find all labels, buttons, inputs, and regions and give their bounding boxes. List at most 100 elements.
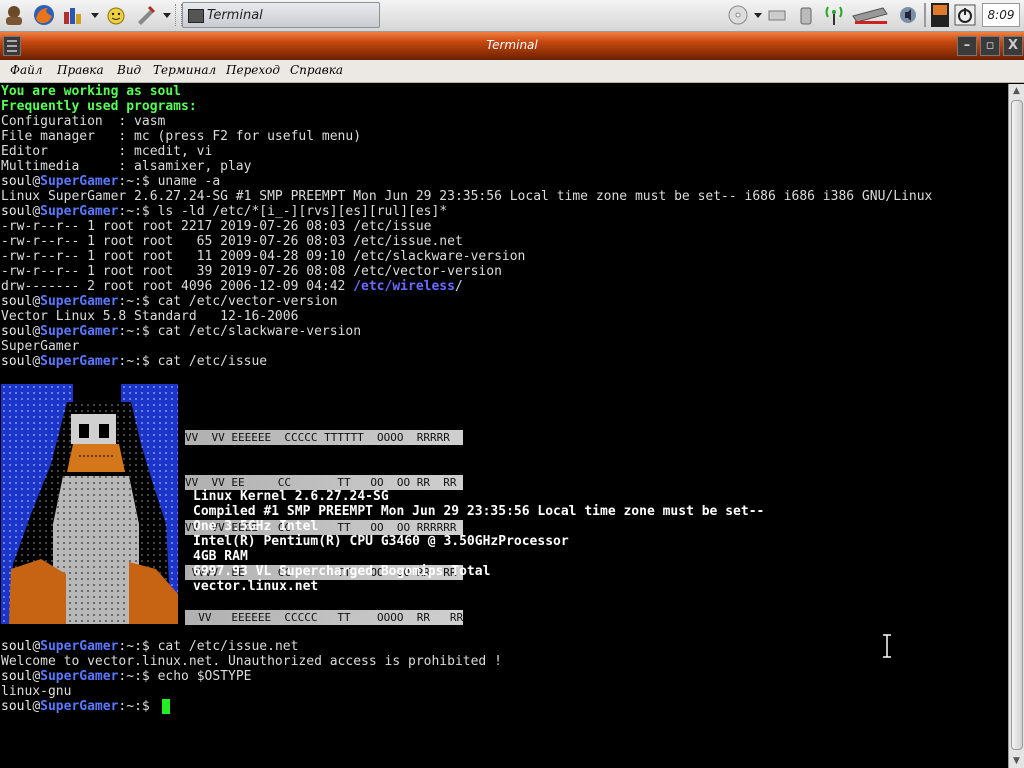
prompt-host: SuperGamer	[40, 204, 119, 219]
panel-handle[interactable]	[175, 4, 182, 26]
prompt-user: soul	[1, 204, 33, 219]
prompt-path: :~:$	[118, 669, 158, 684]
scrollbar-thumb[interactable]	[1011, 100, 1023, 750]
output-line: Welcome to vector.linux.net. Unauthorize…	[1, 654, 502, 669]
command-text: cat /etc/issue.net	[157, 639, 299, 654]
prompt-user: soul	[1, 639, 33, 654]
output-line: Vector Linux 5.8 Standard 12-16-2006	[1, 309, 299, 324]
prompt-line: soul@SuperGamer:~:$ cat /etc/slackware-v…	[1, 324, 362, 339]
user-icon[interactable]	[3, 4, 25, 26]
close-button[interactable]: X	[1003, 36, 1023, 56]
text-cursor	[162, 699, 170, 714]
issue-info-line: vector.linux.net	[193, 579, 319, 594]
vector-art-line: VV VV EEEEEE CCCCC TTTTTT OOOO RRRRR	[185, 430, 464, 445]
motd-line: Multimedia : alsamixer, play	[1, 159, 252, 174]
volume-icon[interactable]	[897, 4, 919, 26]
prompt-line: soul@SuperGamer:~:$ cat /etc/issue	[1, 354, 268, 369]
prompt-line: soul@SuperGamer:~:$ ls -ld /etc/*[i_-][r…	[1, 204, 448, 219]
vector-menu-icon[interactable]	[62, 4, 84, 26]
menu-terminal[interactable]: Терминал	[153, 63, 216, 77]
firefox-icon[interactable]	[33, 4, 55, 26]
tux-penguin-logo	[1, 384, 178, 624]
disc-icon[interactable]	[727, 4, 749, 26]
chevron-down-icon[interactable]	[89, 4, 101, 26]
prompt-line: soul@SuperGamer:~:$ cat /etc/issue.net	[1, 639, 299, 654]
prompt-path: :~:$	[118, 699, 158, 714]
issue-info-line: One 3.5GHz Intel	[193, 519, 319, 534]
prompt-line: soul@SuperGamer:~:$ uname -a	[1, 174, 221, 189]
menu-help[interactable]: Справка	[290, 63, 343, 77]
ibeam-cursor-icon	[883, 634, 891, 658]
chevron-down-icon[interactable]	[752, 4, 764, 26]
vertical-scrollbar[interactable]: ▲ ▼	[1008, 84, 1024, 768]
terminal-icon	[188, 9, 204, 23]
window-title: Terminal	[486, 38, 538, 52]
issue-info-line: Intel(R) Pentium(R) CPU G3460 @ 3.50GHzP…	[193, 534, 569, 549]
prompt-user: soul	[1, 699, 33, 714]
top-panel: Terminal 8:09	[0, 0, 1024, 32]
menu-view[interactable]: Вид	[117, 63, 141, 77]
vector-art-line: VV VV EE CC TT OO OO RR RR	[185, 475, 464, 490]
motd-line: File manager : mc (press F2 for useful m…	[1, 129, 362, 144]
chevron-down-icon[interactable]	[161, 4, 173, 26]
issue-info-line: Linux Kernel 2.6.27.24-SG	[193, 489, 389, 504]
prompt-path: :~:$	[118, 174, 158, 189]
wireless-icon[interactable]	[823, 4, 845, 26]
minimize-button[interactable]: –	[957, 36, 977, 56]
scroll-up-arrow-icon[interactable]: ▲	[1009, 84, 1024, 98]
prompt-host: SuperGamer	[40, 354, 119, 369]
network-card-icon[interactable]	[849, 4, 891, 26]
command-text: ls -ld /etc/*[i_-][rvs][es][rul][es]*	[157, 204, 448, 219]
command-text: cat /etc/issue	[157, 354, 268, 369]
prompt-path: :~:$	[118, 324, 158, 339]
menu-edit[interactable]: Правка	[57, 63, 104, 77]
motd-line: Editor : mcedit, vi	[1, 144, 213, 159]
ls-row: -rw-r--r-- 1 root root 11 2009-04-28 09:…	[1, 249, 526, 264]
cpu-monitor-icon[interactable]	[930, 2, 950, 28]
prompt-host: SuperGamer	[40, 174, 119, 189]
prompt-host: SuperGamer	[40, 669, 119, 684]
menu-go[interactable]: Переход	[226, 63, 280, 77]
motd-programs-heading: Frequently used programs:	[1, 99, 197, 114]
prompt-line: soul@SuperGamer:~:$ echo $OSTYPE	[1, 669, 252, 684]
motd-line: Configuration : vasm	[1, 114, 166, 129]
issue-info-line: Compiled #1 SMP PREEMPT Mon Jun 29 23:35…	[193, 504, 765, 519]
maximize-button[interactable]: ▫	[980, 36, 1000, 56]
prompt-user: soul	[1, 354, 33, 369]
ls-dir-name: /etc/wireless	[353, 279, 455, 294]
output-line: SuperGamer	[1, 339, 80, 354]
prompt-user: soul	[1, 324, 33, 339]
trash-icon[interactable]	[795, 4, 817, 26]
smiley-icon[interactable]	[106, 4, 128, 26]
drive-icon[interactable]	[766, 4, 788, 26]
prompt-user: soul	[1, 669, 33, 684]
task-button-terminal[interactable]: Terminal	[182, 2, 380, 28]
menubar: Файл Правка Вид Терминал Переход Справка	[0, 60, 1024, 83]
prompt-user: soul	[1, 294, 33, 309]
power-icon[interactable]	[954, 4, 976, 26]
prompt-user: soul	[1, 174, 33, 189]
prompt-line: soul@SuperGamer:~:$ cat /etc/vector-vers…	[1, 294, 338, 309]
ls-row: drw------- 2 root root 4096 2006-12-09 0…	[1, 279, 463, 294]
window-titlebar[interactable]: Terminal – ▫ X	[0, 32, 1024, 60]
issue-info-line: 4GB RAM	[193, 549, 248, 564]
prompt-path: :~:$	[118, 294, 158, 309]
tools-icon[interactable]	[135, 4, 157, 26]
scroll-down-arrow-icon[interactable]: ▼	[1009, 754, 1024, 768]
command-text: cat /etc/slackware-version	[157, 324, 362, 339]
prompt-host: SuperGamer	[40, 294, 119, 309]
ls-dir-suffix: /	[454, 279, 463, 294]
motd-user: You are working as soul	[1, 84, 182, 99]
prompt-path: :~:$	[118, 204, 158, 219]
menu-file[interactable]: Файл	[10, 63, 42, 77]
panel-separator	[924, 3, 926, 27]
output-line: Linux SuperGamer 2.6.27.24-SG #1 SMP PRE…	[1, 189, 933, 204]
terminal-output[interactable]: You are working as soul Frequently used …	[0, 84, 1008, 768]
output-line: linux-gnu	[1, 684, 72, 699]
task-button-label: Terminal	[207, 8, 263, 23]
prompt-line-active[interactable]: soul@SuperGamer:~:$	[1, 699, 158, 714]
clock[interactable]: 8:09	[982, 3, 1020, 27]
vector-art-line: VV EEEEEE CCCCC TT OOOO RR RR	[185, 610, 464, 625]
ls-row: -rw-r--r-- 1 root root 39 2019-07-26 08:…	[1, 264, 502, 279]
issue-info-line: 6997.93 VL Supercharged Bogomips Total	[193, 564, 491, 579]
